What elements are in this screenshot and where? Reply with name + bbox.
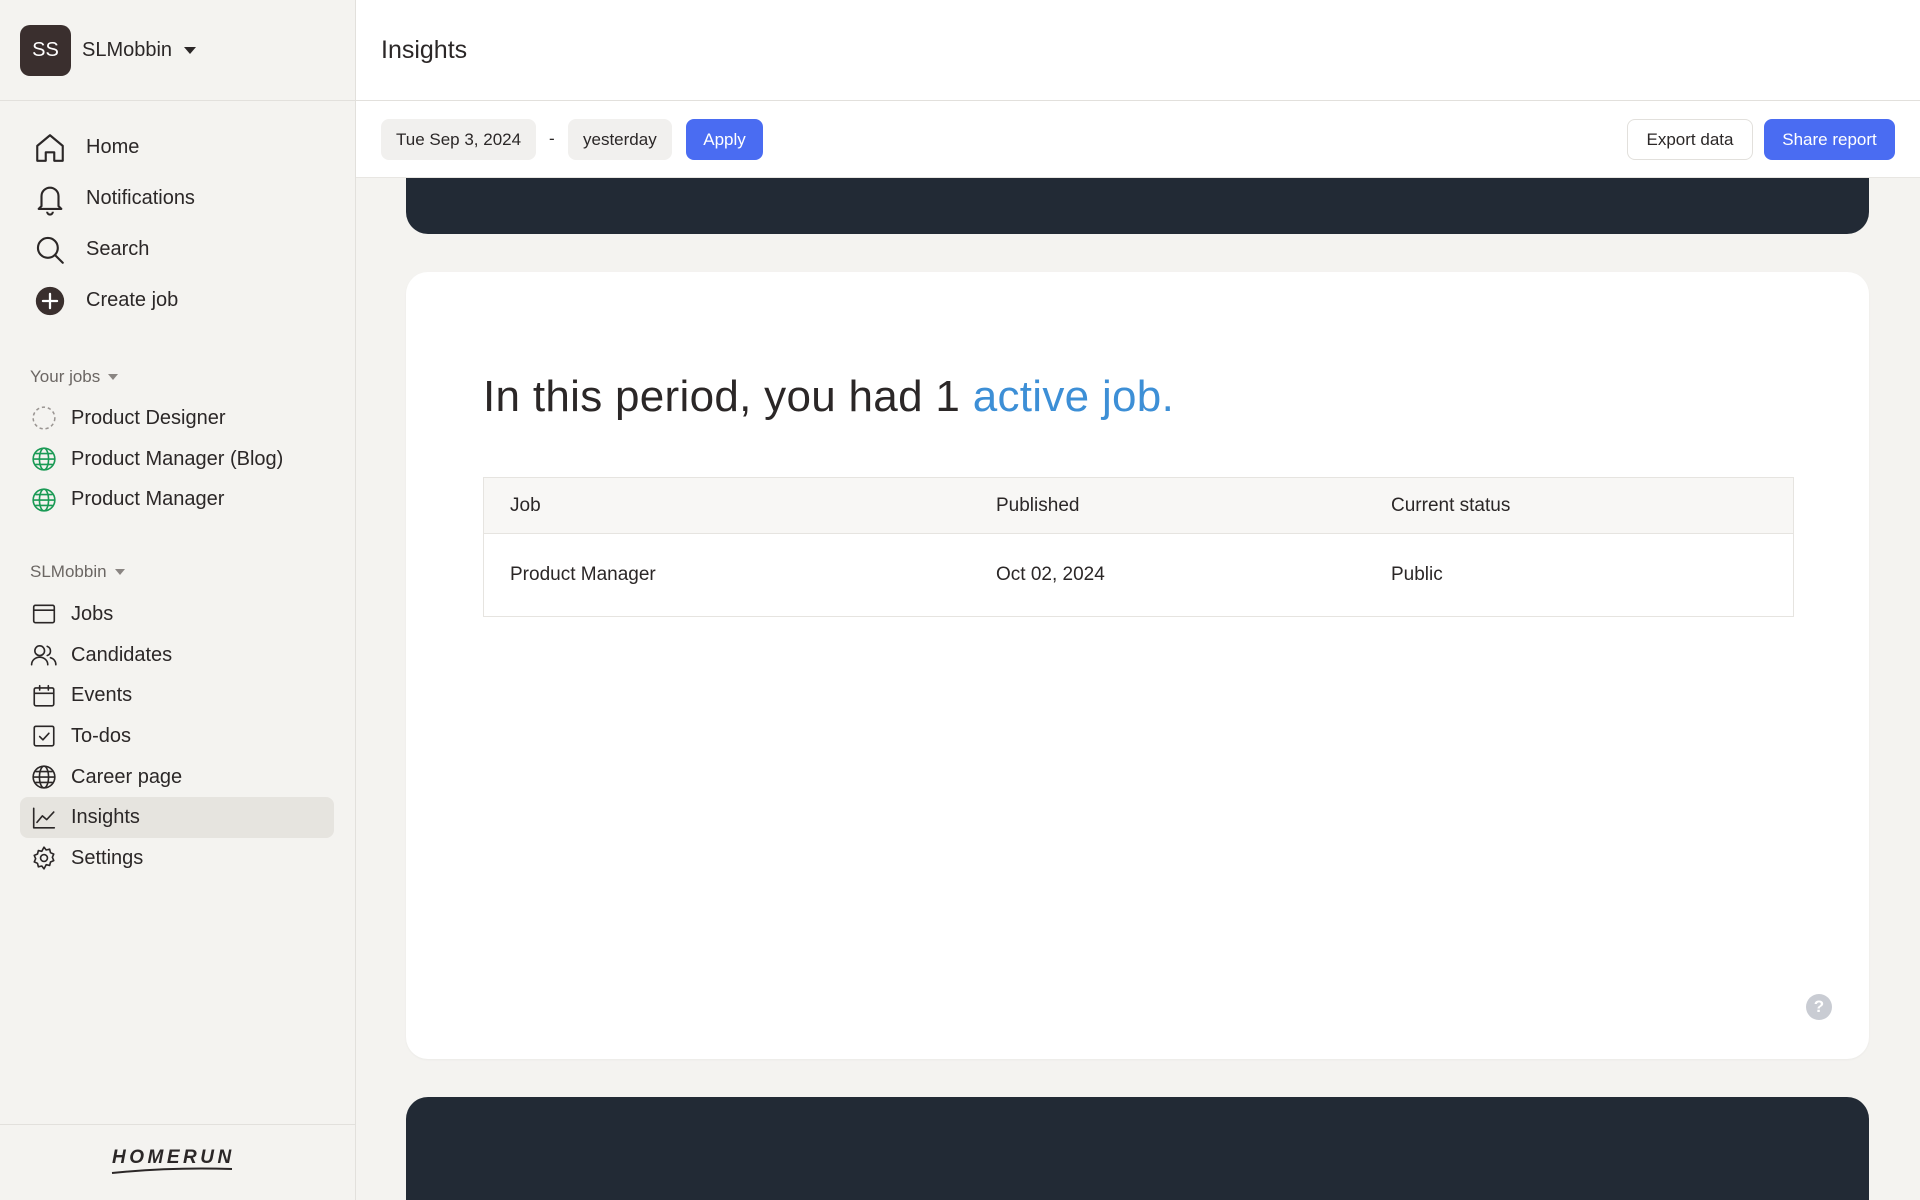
gear-icon <box>30 844 58 872</box>
sidebar-item-candidates[interactable]: Candidates <box>20 635 334 676</box>
table-row[interactable]: Product Manager Oct 02, 2024 Public <box>484 534 1793 616</box>
sidebar-item-label: Insights <box>71 806 140 829</box>
header: Insights <box>356 0 1920 101</box>
share-report-button[interactable]: Share report <box>1764 119 1895 160</box>
job-product-designer[interactable]: Product Designer <box>20 398 334 439</box>
chevron-down-icon <box>108 374 119 380</box>
globe-icon <box>30 763 58 791</box>
job-label: Product Manager (Blog) <box>71 447 284 470</box>
nav-home[interactable]: Home <box>20 122 334 173</box>
your-jobs-toggle[interactable]: Your jobs <box>30 367 119 387</box>
column-header-published: Published <box>996 494 1080 516</box>
users-icon <box>30 641 58 669</box>
home-icon <box>32 130 68 166</box>
nav-notifications-label: Notifications <box>86 187 195 209</box>
main-nav: Home Notifications Search Create job <box>20 122 334 326</box>
workspace-nav: Jobs Candidates Events To-dos Career pag… <box>20 594 334 879</box>
globe-icon <box>30 445 58 473</box>
sidebar-item-career-page[interactable]: Career page <box>20 757 334 798</box>
insight-card-dark <box>406 1097 1869 1200</box>
sidebar-item-label: Events <box>71 684 133 707</box>
chevron-down-icon <box>114 569 125 575</box>
active-jobs-card: In this period, you had 1 active job. Jo… <box>406 272 1869 1059</box>
active-jobs-headline: In this period, you had 1 active job. <box>483 372 1174 422</box>
cell-status: Public <box>1391 564 1443 585</box>
page-title: Insights <box>381 36 468 64</box>
nav-notifications[interactable]: Notifications <box>20 173 334 224</box>
sidebar-item-insights[interactable]: Insights <box>20 797 334 839</box>
apply-button[interactable]: Apply <box>686 119 763 160</box>
date-toolbar: Tue Sep 3, 2024 - yesterday Apply Export… <box>356 101 1920 178</box>
sidebar-item-label: Career page <box>71 765 183 788</box>
sidebar-item-events[interactable]: Events <box>20 675 334 716</box>
export-data-button[interactable]: Export data <box>1627 119 1753 160</box>
divider <box>0 1124 356 1125</box>
nav-home-label: Home <box>86 136 140 158</box>
insight-card-dark <box>406 178 1869 234</box>
org-name: SLMobbin <box>82 38 173 61</box>
nav-create-job[interactable]: Create job <box>20 275 334 326</box>
globe-icon <box>30 486 58 514</box>
logo-text: HOMERUN <box>112 1147 235 1168</box>
cell-published: Oct 02, 2024 <box>996 564 1105 585</box>
nav-search-label: Search <box>86 238 150 260</box>
chart-line-icon <box>30 804 58 832</box>
draft-circle-icon <box>30 404 58 432</box>
your-jobs-list: Product Designer Product Manager (Blog) … <box>20 398 334 520</box>
date-from-picker[interactable]: Tue Sep 3, 2024 <box>381 119 537 160</box>
checkbox-icon <box>30 722 58 750</box>
divider <box>0 100 356 101</box>
plus-circle-icon <box>32 283 68 319</box>
your-jobs-label: Your jobs <box>30 367 101 386</box>
active-jobs-table: Job Published Current status Product Man… <box>483 477 1794 617</box>
job-label: Product Designer <box>71 406 226 429</box>
date-to-picker[interactable]: yesterday <box>568 119 672 160</box>
sidebar-item-todos[interactable]: To-dos <box>20 716 334 757</box>
sidebar-item-label: Settings <box>71 846 144 869</box>
date-separator: - <box>549 129 555 148</box>
column-header-job: Job <box>510 494 541 516</box>
chevron-down-icon <box>184 46 197 54</box>
calendar-icon <box>30 682 58 710</box>
window-icon <box>30 600 58 628</box>
sidebar-item-label: To-dos <box>71 724 132 747</box>
workspace-label: SLMobbin <box>30 562 107 581</box>
job-label: Product Manager <box>71 488 225 511</box>
sidebar-item-jobs[interactable]: Jobs <box>20 594 334 635</box>
homerun-logo: HOMERUN <box>110 1143 235 1182</box>
cell-job: Product Manager <box>510 564 656 585</box>
nav-search[interactable]: Search <box>20 224 334 275</box>
headline-highlight: active job. <box>972 372 1175 421</box>
column-header-status: Current status <box>1391 494 1511 516</box>
sidebar-item-label: Jobs <box>71 602 114 625</box>
nav-create-job-label: Create job <box>86 289 179 311</box>
org-switcher[interactable]: SS SLMobbin <box>20 24 197 76</box>
bell-icon <box>32 181 68 217</box>
sidebar-item-settings[interactable]: Settings <box>20 838 334 879</box>
workspace-toggle[interactable]: SLMobbin <box>30 562 125 582</box>
help-icon[interactable]: ? <box>1806 994 1832 1020</box>
job-product-manager[interactable]: Product Manager <box>20 479 334 520</box>
sidebar: SS SLMobbin Home Notifications Search Cr… <box>0 0 356 1200</box>
table-header: Job Published Current status <box>484 478 1793 534</box>
sidebar-item-label: Candidates <box>71 643 173 666</box>
search-icon <box>32 232 68 268</box>
headline-text: In this period, you had 1 <box>483 372 973 421</box>
job-product-manager-blog[interactable]: Product Manager (Blog) <box>20 439 334 480</box>
avatar: SS <box>20 24 71 76</box>
